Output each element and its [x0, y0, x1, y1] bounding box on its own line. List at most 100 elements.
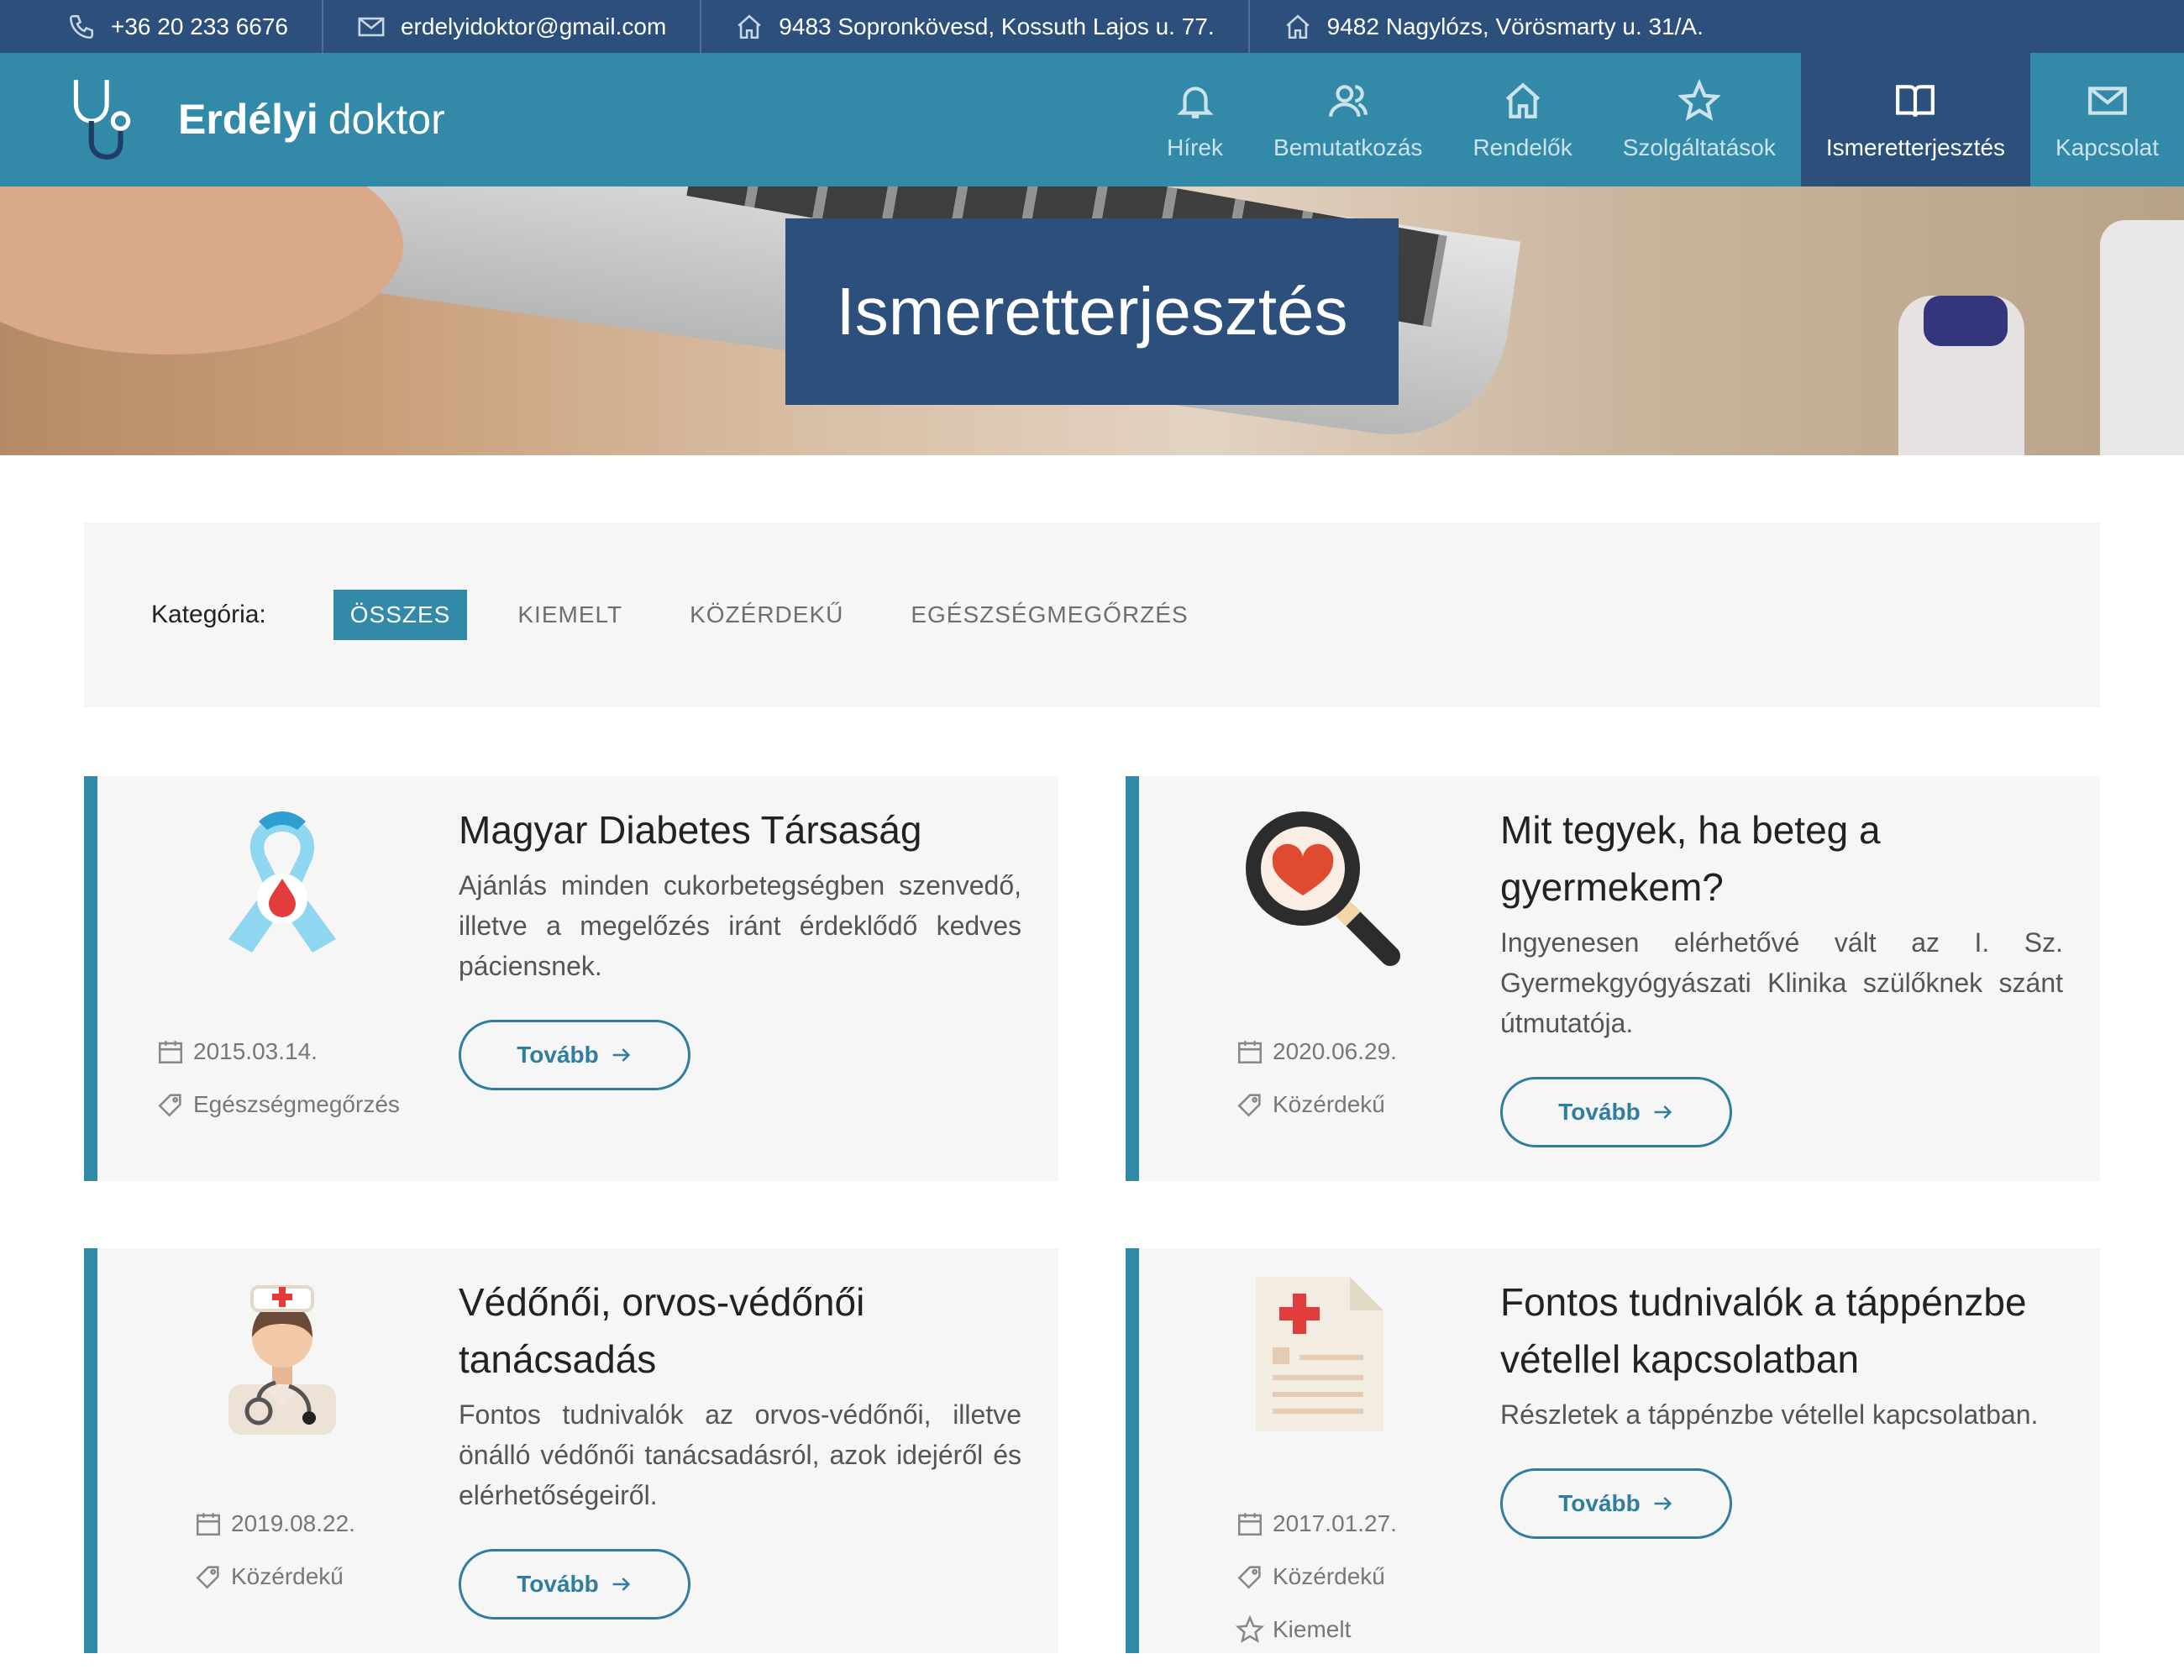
date-row: 2017.01.27.: [1236, 1497, 1397, 1550]
card-title[interactable]: Mit tegyek, ha beteg a gyermekem?: [1500, 801, 2063, 916]
star-icon: [1236, 1614, 1264, 1643]
nav-label: Ismeretterjesztés: [1825, 134, 2006, 160]
site-logo[interactable]: Erdélyi doktor: [66, 76, 445, 162]
article-card: 2020.06.29. Közérdekű Mit tegyek, ha bet…: [1126, 776, 2100, 1181]
card-excerpt: Fontos tudnivalók az orvos-védőnői, ille…: [459, 1399, 1021, 1510]
tag-icon: [1237, 1093, 1261, 1117]
button-label: Tovább: [1558, 1099, 1641, 1125]
filter-kozerdeku[interactable]: KÖZÉRDEKŰ: [673, 590, 860, 640]
card-title[interactable]: Védőnői, orvos-védőnői tanácsadás: [459, 1273, 1021, 1388]
post-featured[interactable]: Kiemelt: [1273, 1616, 1351, 1643]
card-content: Fontos tudnivalók a táppénzbe vétellel k…: [1500, 1273, 2063, 1539]
tag-icon: [158, 1093, 181, 1117]
email-contact[interactable]: erdelyidoktor@gmail.com: [357, 0, 702, 53]
mail-icon: [2087, 86, 2127, 115]
date-row: 2015.03.14.: [156, 1025, 400, 1078]
date-row: 2020.06.29.: [1236, 1025, 1397, 1078]
phone-contact[interactable]: +36 20 233 6676: [67, 0, 323, 53]
nav-item-rendelok[interactable]: Rendelők: [1447, 53, 1597, 186]
calendar-icon: [1237, 1040, 1263, 1063]
star-icon: [1677, 78, 1720, 121]
brand-name-light: doktor: [328, 96, 445, 143]
address-2: 9482 Nagylózs, Vörösmarty u. 31/A.: [1284, 0, 1737, 53]
brand-name-bold: Erdélyi: [178, 96, 318, 143]
article-card: 2017.01.27. Közérdekű Kiemelt Fontos tud…: [1126, 1248, 2100, 1653]
date-row: 2019.08.22.: [194, 1497, 355, 1550]
card-excerpt: Ajánlás minden cukorbetegségben szenvedő…: [459, 870, 1021, 981]
tag-icon: [1237, 1565, 1261, 1589]
card-meta: 2019.08.22. Közérdekű: [194, 1497, 355, 1603]
arrow-right-icon: [1654, 1105, 1672, 1119]
post-date: 2015.03.14.: [193, 1037, 318, 1064]
card-meta: 2015.03.14. Egészségmegőrzés: [156, 1025, 400, 1131]
users-icon: [1328, 84, 1368, 117]
category-filter: Kategória: ÖSSZES KIEMELT KÖZÉRDEKŰ EGÉS…: [84, 522, 2100, 707]
arrow-right-icon: [612, 1578, 630, 1591]
read-more-button[interactable]: Tovább: [1500, 1077, 1732, 1147]
filter-osszes[interactable]: ÖSSZES: [333, 590, 468, 640]
nav-item-ismeretterjesztes[interactable]: Ismeretterjesztés: [1800, 53, 2031, 186]
tag-icon: [196, 1565, 219, 1589]
card-title[interactable]: Fontos tudnivalók a táppénzbe vétellel k…: [1500, 1273, 2063, 1388]
calendar-icon: [1237, 1512, 1263, 1536]
nav-item-hirek[interactable]: Hírek: [1142, 53, 1248, 186]
article-card: 2019.08.22. Közérdekű Védőnői, orvos-véd…: [84, 1248, 1058, 1653]
nav-item-bemutatkozas[interactable]: Bemutatkozás: [1248, 53, 1447, 186]
filter-egeszsegmegorzes[interactable]: EGÉSZSÉGMEGŐRZÉS: [894, 590, 1205, 640]
read-more-button[interactable]: Tovább: [1500, 1468, 1732, 1539]
arrow-right-icon: [612, 1048, 630, 1062]
stethoscope-icon: [73, 80, 131, 160]
page-title: Ismeretterjesztés: [836, 274, 1348, 349]
read-more-button[interactable]: Tovább: [459, 1020, 690, 1090]
button-label: Tovább: [517, 1042, 599, 1068]
home-icon: [1286, 14, 1310, 39]
post-category[interactable]: Közérdekű: [1273, 1563, 1385, 1590]
nav-label: Szolgáltatások: [1622, 134, 1776, 160]
medical-document-icon: [1256, 1277, 1383, 1431]
ribbon-icon: [228, 811, 336, 953]
filter-kiemelt[interactable]: KIEMELT: [501, 590, 639, 640]
brand-name: Erdélyi doktor: [178, 95, 445, 144]
featured-row: Kiemelt: [1236, 1603, 1397, 1656]
post-date: 2020.06.29.: [1273, 1037, 1397, 1064]
button-label: Tovább: [517, 1571, 599, 1597]
post-category[interactable]: Közérdekű: [1273, 1091, 1385, 1118]
email-address: erdelyidoktor@gmail.com: [400, 13, 667, 39]
category-row: Közérdekű: [1236, 1078, 1397, 1131]
phone-icon: [69, 14, 94, 39]
address-1-text: 9483 Sopronkövesd, Kossuth Lajos u. 77.: [779, 13, 1215, 39]
button-label: Tovább: [1558, 1490, 1641, 1516]
book-icon: [1896, 84, 1935, 117]
nav-item-szolgaltatasok[interactable]: Szolgáltatások: [1598, 53, 1801, 186]
post-date: 2019.08.22.: [231, 1509, 355, 1536]
card-excerpt: Részletek a táppénzbe vétellel kapcsolat…: [1500, 1399, 2039, 1430]
read-more-button[interactable]: Tovább: [459, 1549, 690, 1620]
post-category[interactable]: Egészségmegőrzés: [193, 1091, 400, 1118]
home-icon: [738, 14, 761, 39]
card-excerpt: Ingyenesen elérhetővé vált az I. Sz. Gye…: [1500, 927, 2063, 1038]
post-date: 2017.01.27.: [1273, 1509, 1397, 1536]
main-navbar: Erdélyi doktor Hírek Bemutatkozás Rendelő…: [0, 53, 2184, 186]
article-card: 2015.03.14. Egészségmegőrzés Magyar Diab…: [84, 776, 1058, 1181]
calendar-icon: [196, 1512, 221, 1536]
post-category[interactable]: Közérdekű: [231, 1563, 344, 1590]
arrow-right-icon: [1654, 1497, 1672, 1510]
hero-title-box: Ismeretterjesztés: [785, 218, 1399, 405]
nav-label: Hírek: [1167, 134, 1224, 160]
hero-bottle-cap: [1924, 296, 2008, 346]
nav-item-kapcsolat[interactable]: Kapcsolat: [2030, 53, 2184, 186]
address-1: 9483 Sopronkövesd, Kossuth Lajos u. 77.: [735, 0, 1250, 53]
card-meta: 2017.01.27. Közérdekű Kiemelt: [1236, 1497, 1397, 1656]
nav-label: Bemutatkozás: [1273, 134, 1423, 160]
category-row: Közérdekű: [194, 1550, 355, 1603]
nav-label: Kapcsolat: [2055, 134, 2159, 160]
home-icon: [1505, 81, 1540, 118]
address-2-text: 9482 Nagylózs, Vörösmarty u. 31/A.: [1326, 13, 1704, 39]
hero-bottle-2: [2100, 220, 2184, 455]
nurse-icon: [228, 1285, 336, 1435]
card-meta: 2020.06.29. Közérdekű: [1236, 1025, 1397, 1131]
card-title[interactable]: Magyar Diabetes Társaság: [459, 801, 1021, 858]
bell-icon: [1176, 86, 1214, 118]
filter-label: Kategória:: [151, 601, 266, 628]
card-content: Mit tegyek, ha beteg a gyermekem? Ingyen…: [1500, 801, 2063, 1147]
